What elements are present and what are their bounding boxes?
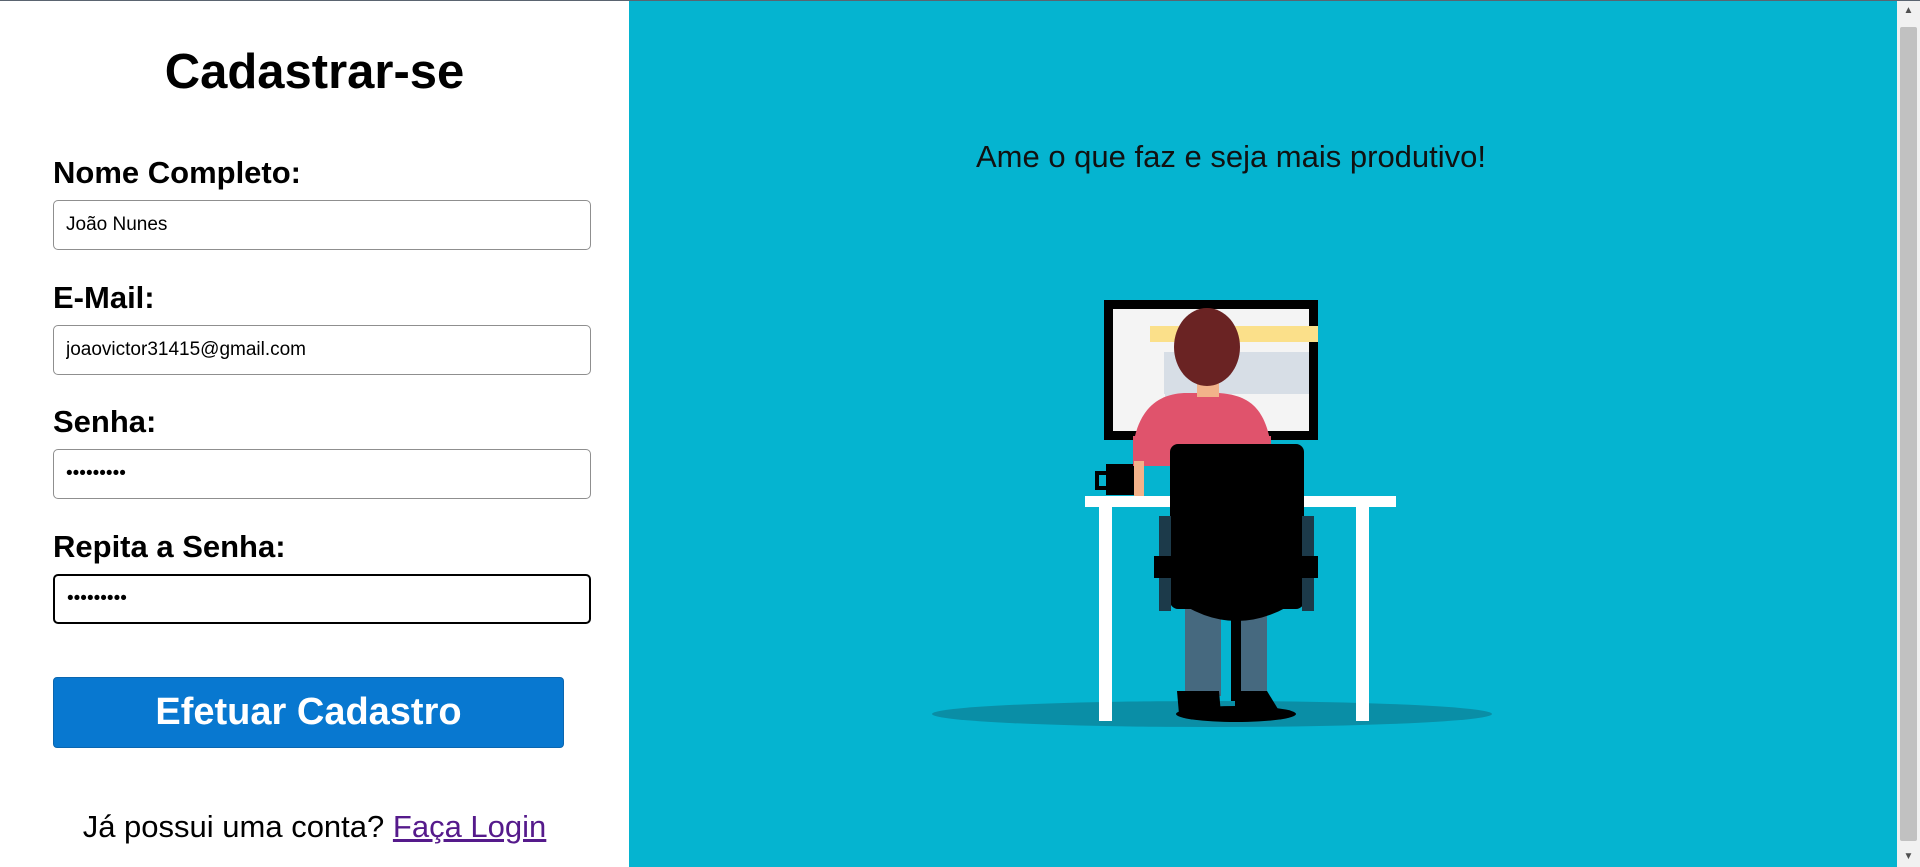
- email-input[interactable]: [53, 325, 591, 375]
- login-prompt-text: Já possui uma conta?: [82, 809, 385, 844]
- login-link[interactable]: Faça Login: [393, 809, 546, 844]
- scroll-down-icon[interactable]: ▼: [1897, 847, 1920, 867]
- email-label: E-Mail:: [53, 280, 155, 315]
- login-prompt-line: Já possui uma conta? Faça Login: [0, 807, 629, 847]
- scroll-up-icon[interactable]: ▲: [1897, 1, 1920, 21]
- submit-signup-button[interactable]: Efetuar Cadastro: [53, 677, 564, 748]
- repeat-password-input[interactable]: [53, 574, 591, 624]
- password-input[interactable]: [53, 449, 591, 499]
- full-name-label: Nome Completo:: [53, 155, 301, 190]
- vertical-scrollbar[interactable]: ▲ ▼: [1897, 1, 1920, 867]
- hero-panel: Ame o que faz e seja mais produtivo!: [629, 1, 1897, 867]
- scroll-thumb[interactable]: [1900, 27, 1917, 841]
- person-working-at-computer-illustration: [932, 300, 1492, 727]
- password-label: Senha:: [53, 404, 157, 439]
- page-title: Cadastrar-se: [164, 45, 465, 99]
- repeat-password-label: Repita a Senha:: [53, 529, 286, 564]
- full-name-input[interactable]: [53, 200, 591, 250]
- signup-panel: Cadastrar-se Nome Completo: E-Mail: Senh…: [0, 1, 629, 867]
- hero-tagline: Ame o que faz e seja mais produtivo!: [975, 139, 1487, 174]
